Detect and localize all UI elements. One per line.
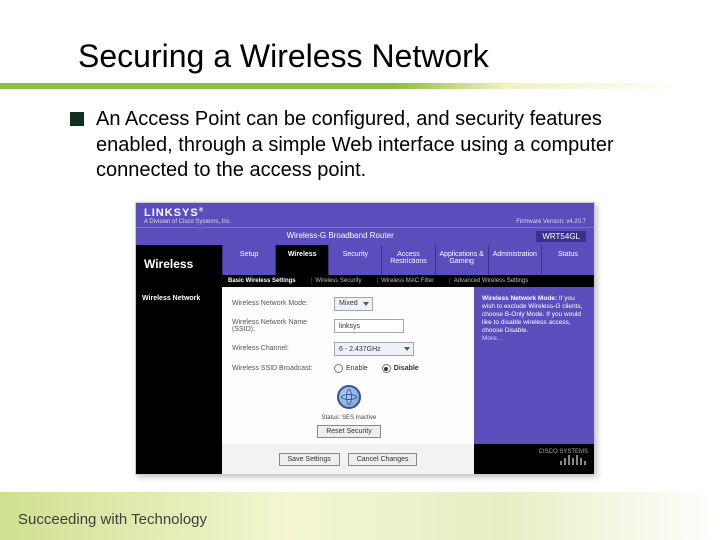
ssid-input[interactable]: linksys [334,319,404,333]
ses-globe-icon [333,381,365,413]
section-side-label: Wireless [136,245,222,275]
sub-tabs: Basic Wireless Settings |Wireless Securi… [136,275,594,287]
router-title-bar: Wireless-G Broadband Router WRT54GL [136,227,594,245]
broadcast-enable-radio[interactable]: Enable [334,364,368,373]
mode-label: Wireless Network Mode: [232,300,328,308]
slide-footer: Succeeding with Technology [18,511,207,528]
tab-security[interactable]: Security [328,245,381,275]
bullet-item: An Access Point can be configured, and s… [70,107,660,184]
subtab-advanced[interactable]: |Advanced Wireless Settings [440,275,534,287]
bullet-square-icon [70,112,84,126]
subtab-basic-wireless[interactable]: Basic Wireless Settings [222,275,302,287]
settings-panel: Wireless Network Mode: Mixed Wireless Ne… [222,287,474,444]
mode-select[interactable]: Mixed [334,297,373,311]
product-title: Wireless-G Broadband Router [287,231,394,242]
product-model: WRT54GL [536,231,586,242]
firmware-version: Firmware Version: v4.20.7 [516,219,586,225]
tab-access-restrictions[interactable]: Access Restrictions [381,245,434,275]
router-admin-screenshot: LINKSYS® A Division of Cisco Systems, In… [135,202,595,475]
help-panel: Wireless Network Mode: If you wish to ex… [474,287,594,444]
subtab-mac-filter[interactable]: |Wireless MAC Filter [368,275,441,287]
router-brand-bar: LINKSYS® A Division of Cisco Systems, In… [136,203,594,227]
help-heading: Wireless Network Mode: [482,295,557,302]
tab-status[interactable]: Status [541,245,594,275]
reset-security-button[interactable]: Reset Security [317,425,381,438]
channel-label: Wireless Channel: [232,345,328,353]
channel-select[interactable]: 6 - 2.437GHz [334,342,414,356]
broadcast-label: Wireless SSID Broadcast: [232,365,328,373]
brand-subtitle: A Division of Cisco Systems, Inc. [144,219,231,225]
brand-text: LINKSYS [144,207,199,219]
bullet-text: An Access Point can be configured, and s… [96,107,660,184]
tab-administration[interactable]: Administration [488,245,541,275]
broadcast-enable-label: Enable [346,365,368,372]
subtab-wireless-security[interactable]: |Wireless Security [302,275,368,287]
ssid-label: Wireless Network Name (SSID): [232,319,328,334]
slide-title: Securing a Wireless Network [0,38,720,81]
main-tabs: Setup Wireless Security Access Restricti… [222,245,594,275]
tab-wireless[interactable]: Wireless [275,245,328,275]
tab-applications-gaming[interactable]: Applications & Gaming [435,245,488,275]
radio-icon [334,364,343,373]
broadcast-disable-label: Disable [394,365,419,372]
radio-icon [382,364,391,373]
router-brand: LINKSYS® A Division of Cisco Systems, In… [144,207,231,225]
cancel-changes-button[interactable]: Cancel Changes [348,453,418,466]
cisco-logo-icon [560,455,588,467]
tab-setup[interactable]: Setup [222,245,275,275]
broadcast-disable-radio[interactable]: Disable [382,364,419,373]
left-section-label: Wireless Network [136,287,222,444]
help-more-link[interactable]: More... [482,335,502,342]
router-bottom-bar: Save Settings Cancel Changes CISCO SYSTE… [136,444,594,474]
ses-status: Status: SES Inactive [232,415,466,421]
save-settings-button[interactable]: Save Settings [279,453,340,466]
